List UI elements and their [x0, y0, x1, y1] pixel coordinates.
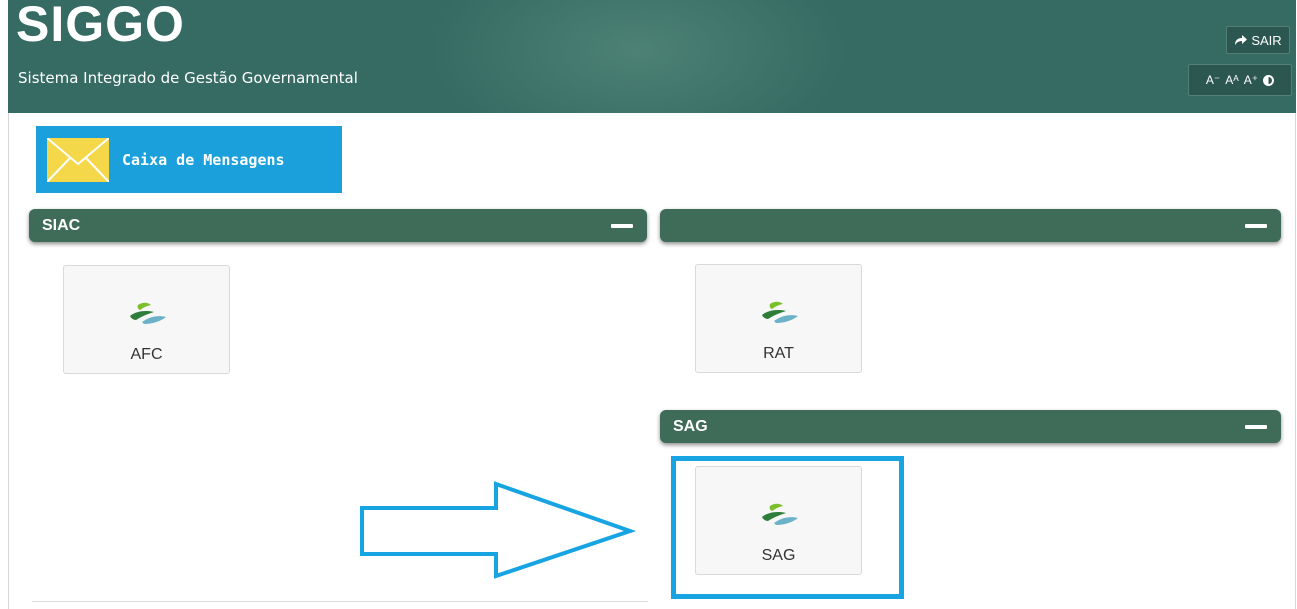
font-normal-button[interactable]: Aᴬ [1225, 73, 1238, 87]
arrow-right-icon [360, 481, 636, 579]
app-tile-rat[interactable]: RAT [695, 264, 862, 373]
message-box-button[interactable]: Caixa de Mensagens [36, 126, 342, 193]
app-tile-label: AFC [130, 346, 163, 363]
logout-button[interactable]: SAIR [1226, 26, 1290, 54]
divider [32, 601, 648, 602]
font-size-controls: A⁻ Aᴬ A⁺ [1188, 64, 1292, 96]
panel-title: SAG [673, 418, 708, 435]
panel-sag-header: SAG [660, 410, 1281, 443]
panel-title: SIAC [42, 217, 81, 234]
collapse-icon[interactable] [1245, 224, 1267, 228]
collapse-icon[interactable] [611, 224, 633, 228]
panel-siac-header: SIAC [29, 209, 647, 242]
highlight-box [671, 456, 904, 599]
app-tile-afc[interactable]: AFC [63, 265, 230, 374]
panel-unnamed-header [660, 209, 1281, 242]
logout-label: SAIR [1251, 32, 1282, 48]
siggo-app-icon [130, 302, 166, 324]
header-background-glow [428, 0, 848, 113]
font-increase-button[interactable]: A⁺ [1244, 73, 1258, 87]
contrast-icon[interactable] [1263, 74, 1275, 86]
share-arrow-icon [1235, 34, 1248, 45]
font-decrease-button[interactable]: A⁻ [1206, 73, 1220, 87]
message-box-label: Caixa de Mensagens [122, 150, 285, 169]
app-tile-label: RAT [763, 345, 794, 362]
app-logo-title: SIGGO [16, 0, 185, 52]
siggo-app-icon [762, 301, 798, 323]
app-header: SIGGO Sistema Integrado de Gestão Govern… [8, 0, 1296, 113]
envelope-icon [47, 137, 109, 182]
app-logo-subtitle: Sistema Integrado de Gestão Governamenta… [18, 69, 358, 87]
collapse-icon[interactable] [1245, 425, 1267, 429]
